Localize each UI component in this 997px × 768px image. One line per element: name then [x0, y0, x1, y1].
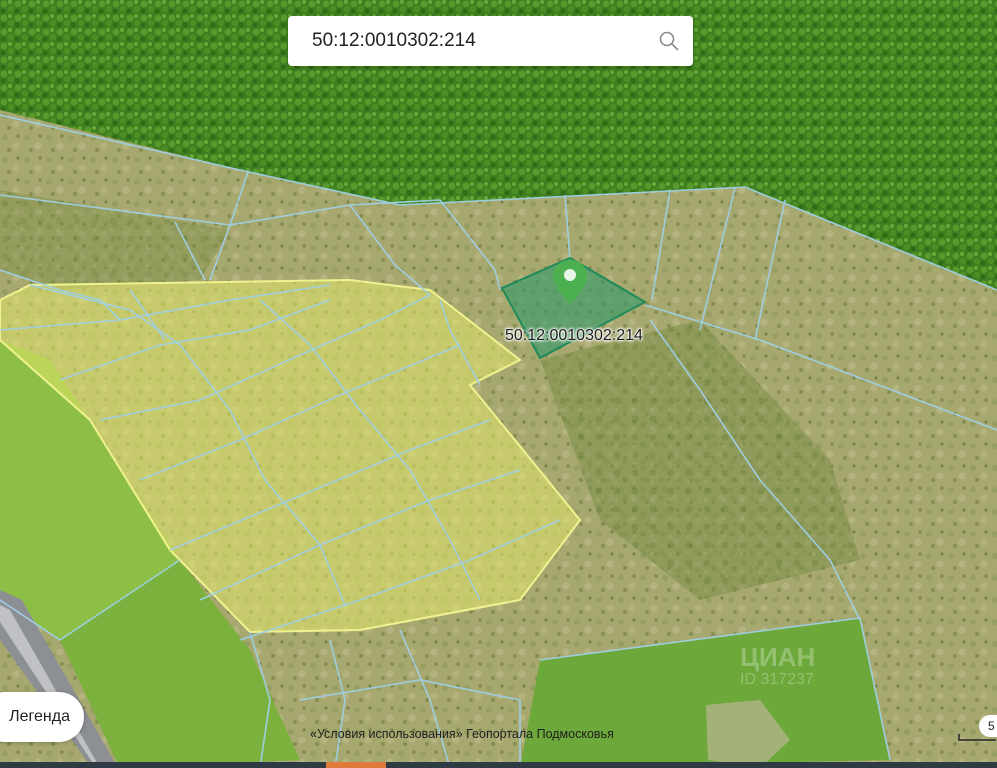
bottom-bar — [0, 762, 997, 768]
legend-button[interactable]: Легенда — [0, 692, 84, 742]
terms-of-use-link[interactable]: «Условия использования» Геопортала Подмо… — [310, 727, 614, 741]
watermark: ЦИАН ID 317237 — [740, 644, 815, 688]
parcel-label[interactable]: 50:12:0010302:214 — [505, 327, 643, 345]
map-canvas[interactable] — [0, 0, 997, 768]
watermark-name: ЦИАН — [740, 642, 816, 672]
watermark-id: ID 317237 — [740, 671, 814, 688]
legend-label: Легенда — [9, 708, 70, 725]
search-icon — [659, 31, 679, 51]
bottom-bar-accent — [326, 762, 386, 768]
search-bar — [288, 15, 693, 67]
search-button[interactable] — [645, 17, 693, 65]
search-input[interactable] — [288, 15, 645, 67]
scale-label: 5 — [979, 715, 997, 737]
